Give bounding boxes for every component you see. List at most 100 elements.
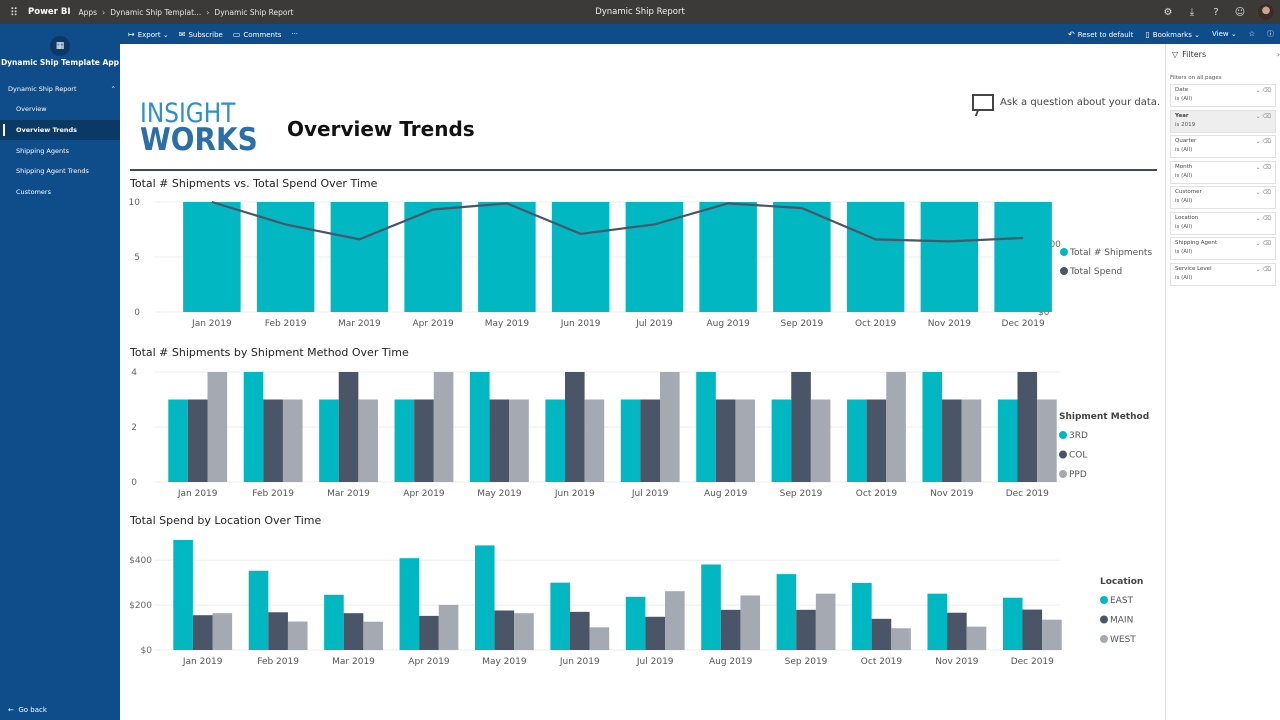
filter-card-shipping-agent[interactable]: Shipping Agent is (All) ⌄ ⌫ bbox=[1170, 237, 1276, 260]
bar-east[interactable] bbox=[550, 582, 570, 650]
legend-label[interactable]: Total # Shipments bbox=[1069, 248, 1152, 258]
settings-icon[interactable]: ⚙ bbox=[1156, 7, 1180, 18]
bar-total-shipments[interactable] bbox=[773, 202, 831, 312]
feedback-icon[interactable]: ☺ bbox=[1228, 7, 1252, 18]
view-button[interactable]: View ⌄ bbox=[1212, 30, 1237, 38]
bar-total-shipments[interactable] bbox=[846, 202, 905, 312]
legend-label[interactable]: PPD bbox=[1069, 470, 1087, 480]
legend-label[interactable]: Total Spend bbox=[1069, 267, 1122, 277]
bar-3rd[interactable] bbox=[771, 399, 792, 483]
eraser-icon[interactable]: ⌫ bbox=[1263, 113, 1271, 120]
bar-ppd[interactable] bbox=[282, 399, 303, 483]
sidebar-item-shipping-agents[interactable]: Shipping Agents bbox=[0, 141, 120, 161]
legend-label[interactable]: 3RD bbox=[1069, 431, 1088, 441]
bar-col[interactable] bbox=[942, 399, 962, 483]
bar-east[interactable] bbox=[248, 570, 269, 650]
bar-total-shipments[interactable] bbox=[183, 202, 241, 312]
bar-main[interactable] bbox=[268, 612, 288, 650]
bar-main[interactable] bbox=[947, 612, 967, 650]
bar-col[interactable] bbox=[564, 372, 585, 482]
bar-ppd[interactable] bbox=[660, 372, 680, 482]
bar-total-shipments[interactable] bbox=[699, 202, 757, 312]
bar-west[interactable] bbox=[363, 621, 383, 650]
bar-3rd[interactable] bbox=[168, 399, 188, 483]
bar-west[interactable] bbox=[891, 628, 911, 650]
bar-col[interactable] bbox=[263, 399, 283, 483]
filter-card-customer[interactable]: Customer is (All) ⌄ ⌫ bbox=[1170, 186, 1276, 209]
bar-west[interactable] bbox=[665, 591, 685, 650]
bar-west[interactable] bbox=[287, 621, 308, 650]
bar-west[interactable] bbox=[438, 604, 459, 650]
legend-label[interactable]: WEST bbox=[1110, 635, 1136, 645]
bar-col[interactable] bbox=[187, 399, 208, 483]
bar-west[interactable] bbox=[740, 595, 761, 650]
filter-card-quarter[interactable]: Quarter is (All) ⌄ ⌫ bbox=[1170, 135, 1276, 158]
bar-main[interactable] bbox=[645, 616, 666, 650]
bar-3rd[interactable] bbox=[696, 372, 716, 482]
bar-total-shipments[interactable] bbox=[330, 202, 389, 312]
eraser-icon[interactable]: ⌫ bbox=[1263, 266, 1271, 273]
bar-col[interactable] bbox=[791, 372, 811, 482]
legend-label[interactable]: COL bbox=[1069, 451, 1087, 461]
bar-ppd[interactable] bbox=[207, 372, 228, 482]
chevron-down-icon[interactable]: ⌄ bbox=[1256, 113, 1261, 120]
subscribe-button[interactable]: ✉ Subscribe bbox=[179, 30, 223, 39]
chevron-down-icon[interactable]: ⌄ bbox=[1256, 164, 1261, 171]
bar-west[interactable] bbox=[1042, 619, 1062, 650]
bar-col[interactable] bbox=[489, 399, 510, 483]
bar-west[interactable] bbox=[589, 627, 610, 650]
bar-3rd[interactable] bbox=[922, 372, 943, 482]
help-icon[interactable]: ? bbox=[1204, 7, 1228, 18]
breadcrumb-app[interactable]: Dynamic Ship Templat... bbox=[110, 8, 201, 17]
bar-main[interactable] bbox=[1022, 609, 1043, 650]
chevron-down-icon[interactable]: ⌄ bbox=[1256, 189, 1261, 196]
filter-card-service-level[interactable]: Service Level is (All) ⌄ ⌫ bbox=[1170, 262, 1276, 286]
bar-col[interactable] bbox=[640, 399, 661, 483]
bar-ppd[interactable] bbox=[509, 399, 529, 483]
bar-ppd[interactable] bbox=[358, 399, 378, 483]
bar-3rd[interactable] bbox=[997, 399, 1018, 483]
comments-button[interactable]: ▭ Comments bbox=[233, 30, 282, 39]
export-button[interactable]: ↦ Export ⌄ bbox=[128, 30, 169, 39]
filter-card-location[interactable]: Location is (All) ⌄ ⌫ bbox=[1170, 211, 1276, 235]
bar-main[interactable] bbox=[871, 618, 892, 650]
bar-east[interactable] bbox=[173, 540, 193, 650]
bar-east[interactable] bbox=[399, 558, 420, 650]
bar-ppd[interactable] bbox=[735, 399, 756, 483]
avatar[interactable] bbox=[1258, 4, 1274, 20]
chevron-down-icon[interactable]: ⌄ bbox=[1256, 87, 1261, 94]
sidebar-item-overview[interactable]: Overview bbox=[0, 99, 120, 119]
bar-main[interactable] bbox=[720, 609, 741, 650]
eraser-icon[interactable]: ⌫ bbox=[1263, 164, 1271, 171]
nav-section-report[interactable]: Dynamic Ship Report ⌃ bbox=[8, 85, 116, 93]
bar-east[interactable] bbox=[776, 574, 797, 650]
chevron-down-icon[interactable]: ⌄ bbox=[1256, 266, 1261, 273]
filter-card-date[interactable]: Date is (All) ⌄ ⌫ bbox=[1170, 84, 1276, 107]
eraser-icon[interactable]: ⌫ bbox=[1263, 138, 1271, 145]
bar-east[interactable] bbox=[625, 596, 646, 650]
bar-col[interactable] bbox=[414, 399, 434, 483]
bar-ppd[interactable] bbox=[1037, 399, 1057, 483]
bar-total-shipments[interactable] bbox=[994, 202, 1052, 312]
bar-east[interactable] bbox=[927, 593, 948, 650]
chevron-down-icon[interactable]: ⌄ bbox=[1256, 240, 1261, 247]
sidebar-item-customers[interactable]: Customers bbox=[0, 182, 120, 202]
bar-main[interactable] bbox=[796, 609, 816, 650]
bar-col[interactable] bbox=[866, 399, 887, 483]
bar-east[interactable] bbox=[701, 564, 721, 650]
bar-west[interactable] bbox=[212, 613, 233, 650]
eraser-icon[interactable]: ⌫ bbox=[1263, 240, 1271, 247]
chevron-down-icon[interactable]: ⌄ bbox=[1256, 215, 1261, 222]
more-options-button[interactable]: ··· bbox=[291, 30, 298, 38]
brand-label[interactable]: Power BI bbox=[28, 7, 70, 17]
bookmarks-button[interactable]: ▯ Bookmarks ⌄ bbox=[1145, 30, 1200, 39]
bar-ppd[interactable] bbox=[433, 372, 454, 482]
sidebar-item-overview-trends[interactable]: Overview Trends bbox=[0, 120, 120, 140]
chart-spend-by-location[interactable]: $0 $200 $400 Jan 2019 Feb 2019 Mar 2019 Apr 20… bbox=[120, 530, 1165, 670]
eraser-icon[interactable]: ⌫ bbox=[1263, 87, 1271, 94]
bar-3rd[interactable] bbox=[319, 399, 339, 483]
bar-3rd[interactable] bbox=[847, 399, 867, 483]
legend-label[interactable]: MAIN bbox=[1110, 616, 1133, 626]
bar-3rd[interactable] bbox=[394, 399, 415, 483]
chevron-down-icon[interactable]: ⌄ bbox=[1256, 138, 1261, 145]
